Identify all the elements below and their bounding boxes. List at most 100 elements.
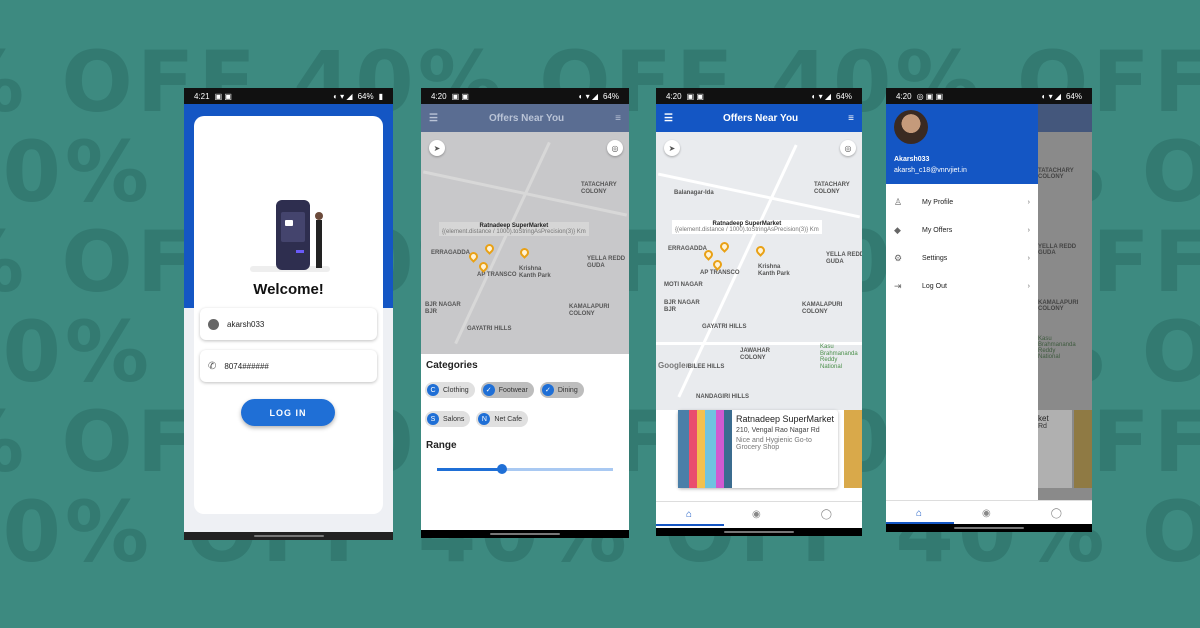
menu-label: Log Out [922, 282, 947, 290]
chip-avatar: S [427, 413, 439, 425]
active-tab-indicator [656, 524, 724, 526]
phone-field[interactable]: ✆ 8074###### [200, 350, 377, 382]
store-description: Nice and Hygienic Go-to Grocery Shop [736, 437, 812, 451]
menu-icon[interactable]: ☰ [664, 113, 673, 124]
range-title: Range [426, 440, 457, 451]
gear-icon: ⚙ [894, 252, 903, 263]
offers-map-screen: 4:20 ▣ ▣ ◐ ▾ ◢ 64% ☰ Offers Near You ≡ ➤ ◎… [656, 88, 862, 536]
status-bar: 4:20 ◎ ▣ ▣ ◐ ▾ ◢ 64% [886, 88, 1092, 104]
welcome-title: Welcome! [253, 281, 324, 298]
tag-icon: ◆ [894, 224, 901, 235]
menu-label: Settings [922, 254, 948, 262]
store-card[interactable]: Ratnadeep SuperMarket 210, Vengal Rao Na… [678, 410, 838, 488]
signal-icon: ◐ ▾ ◢ [811, 91, 831, 101]
filter-icon[interactable]: ≡ [615, 113, 621, 124]
menu-label: My Offers [922, 226, 953, 234]
range-slider[interactable] [437, 464, 613, 474]
status-time: 4:20 [896, 91, 912, 101]
map-label: Kasu Brahmananda Reddy National [1038, 336, 1076, 360]
home-icon[interactable]: ⌂ [686, 509, 692, 520]
chip-dining[interactable]: ✓ Dining [539, 382, 584, 398]
offer-pin[interactable] [718, 240, 731, 253]
status-bar: 4:20 ▣ ▣ ◐ ▾ ◢ 64% [656, 88, 862, 104]
gallery-icon: ▣ ▣ [686, 91, 704, 101]
status-time: 4:20 [431, 91, 447, 101]
offer-pin[interactable] [711, 258, 724, 271]
dimmed-background[interactable]: TATACHARY COLONY YELLA REDD GUDA KAMALAP… [1038, 104, 1092, 500]
map-label: TATACHARY COLONY [1038, 168, 1074, 180]
menu-log-out[interactable]: ⇥ Log Out › [886, 272, 1038, 300]
app-title: Offers Near You [488, 112, 565, 124]
offer-pin[interactable] [754, 244, 767, 257]
chip-salons[interactable]: S Salons [425, 411, 471, 427]
explore-icon[interactable]: ◉ [752, 509, 761, 520]
map-label: Krishna Kanth Park [519, 266, 551, 279]
offer-pin[interactable] [483, 242, 496, 255]
chip-label: Dining [557, 386, 578, 394]
drawer-username: Akarsh033 [894, 156, 930, 163]
profile-icon[interactable]: ◯ [1051, 508, 1062, 519]
username-field[interactable]: akarsh033 [200, 308, 377, 340]
my-location-icon[interactable]: ◎ [840, 140, 856, 156]
menu-my-profile[interactable]: ♙ My Profile › [886, 188, 1038, 216]
gallery-icon: ▣ ▣ [214, 91, 232, 101]
map-label: JAWAHAR COLONY [740, 348, 771, 361]
login-button[interactable]: LOG IN [241, 399, 335, 426]
map-label: KAMALAPURI COLONY [569, 304, 610, 317]
gesture-bar [421, 530, 629, 538]
profile-icon[interactable]: ◯ [821, 509, 832, 520]
map-view[interactable]: ➤ ◎ TATACHARY COLONY ERRAGADDA YELLA RED… [421, 132, 629, 354]
offer-pin[interactable] [518, 246, 531, 259]
range-thumb[interactable] [497, 464, 508, 474]
next-store-card[interactable] [844, 410, 862, 488]
map-label: TATACHARY COLONY [814, 182, 850, 195]
drawer-screen: 4:20 ◎ ▣ ▣ ◐ ▾ ◢ 64% TATACHARY COLONY YELL… [886, 88, 1092, 532]
battery-level: 64% [835, 91, 852, 101]
peek-card-title: ket [1038, 414, 1049, 423]
map-label: TATACHARY COLONY [581, 182, 617, 195]
google-logo: Google [658, 361, 686, 371]
filter-screen: 4:20 ▣ ▣ ◐ ▾ ◢ 64% ☰ Offers Near You ≡ ➤ ◎… [421, 88, 629, 538]
chip-net-cafe[interactable]: N Net Cafe [476, 411, 529, 427]
check-icon: ✓ [482, 384, 495, 396]
map-label: YELLA REDD GUDA [587, 256, 626, 269]
menu-my-offers[interactable]: ◆ My Offers › [886, 216, 1038, 244]
app-bar: ☰ Offers Near You ≡ [421, 104, 629, 132]
filter-icon[interactable]: ≡ [848, 113, 854, 124]
store-address: 210, Vengal Rao Nagar Rd [736, 427, 820, 434]
range-fill [437, 468, 503, 471]
signal-icon: ◐ ▾ ◢ [578, 91, 598, 101]
store-image [678, 410, 732, 488]
map-label: KAMALAPURI COLONY [1038, 300, 1079, 312]
my-location-icon[interactable]: ◎ [607, 140, 623, 156]
map-tooltip: Ratnadeep SuperMarket {(element.distance … [439, 222, 589, 236]
status-bar: 4:20 ▣ ▣ ◐ ▾ ◢ 64% [421, 88, 629, 104]
compass-icon[interactable]: ➤ [664, 140, 680, 156]
chip-footwear[interactable]: ✓ Footwear [480, 382, 534, 398]
map-label: YELLA REDD GUDA [1038, 244, 1077, 256]
gallery-icon: ▣ ▣ [451, 91, 469, 101]
map-tooltip: Ratnadeep SuperMarket {(element.distance … [672, 220, 822, 234]
app-title: Offers Near You [722, 112, 799, 124]
map-label: JUBILEE HILLS [680, 364, 725, 370]
battery-level: 64% [357, 91, 374, 101]
whatsapp-icon: ◎ ▣ ▣ [916, 91, 944, 101]
chevron-right-icon: › [1027, 254, 1030, 262]
tooltip-distance: {(element.distance / 1000).toStringAsPre… [442, 229, 586, 235]
menu-icon[interactable]: ☰ [429, 113, 438, 124]
compass-icon[interactable]: ➤ [429, 140, 445, 156]
map-label: YELLA REDD GUDA [826, 252, 862, 265]
map-label: NANDAGIRI HILLS [696, 394, 749, 400]
map-label: Kasu Brahmananda Reddy National [820, 344, 858, 370]
home-icon[interactable]: ⌂ [916, 508, 922, 519]
map-view[interactable]: ➤ ◎ Balanagar-Ida TATACHARY COLONY ERRAG… [656, 132, 862, 410]
chevron-right-icon: › [1027, 198, 1030, 206]
username-value: akarsh033 [227, 319, 265, 329]
menu-settings[interactable]: ⚙ Settings › [886, 244, 1038, 272]
battery-level: 64% [602, 91, 619, 101]
person-icon: ♙ [894, 196, 903, 207]
explore-icon[interactable]: ◉ [982, 508, 991, 519]
status-time: 4:20 [666, 91, 682, 101]
chip-clothing[interactable]: C Clothing [425, 382, 475, 398]
store-name: Ratnadeep SuperMarket [736, 414, 835, 424]
